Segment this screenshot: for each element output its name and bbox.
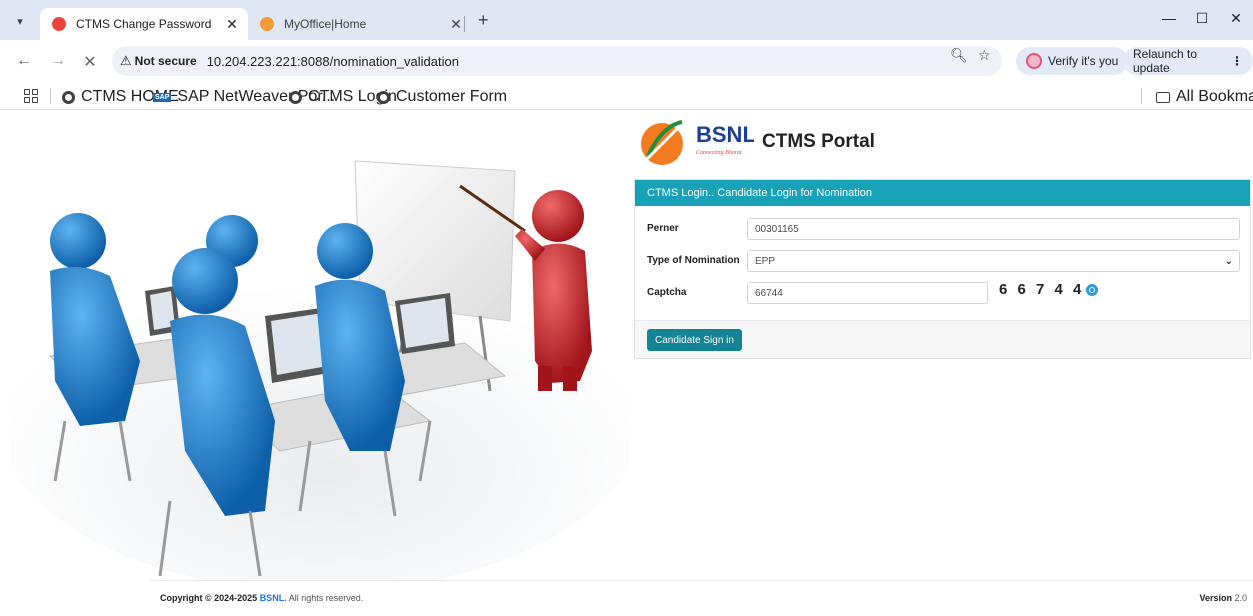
bookmark-divider bbox=[50, 88, 51, 104]
perner-row: Perner bbox=[647, 223, 679, 234]
address-bar[interactable]: ⚠ Not secure 10.204.223.221:8088/nominat… bbox=[112, 46, 1002, 76]
myoffice-favicon-icon bbox=[260, 17, 274, 31]
nomination-type-select[interactable]: EPP ⌄ bbox=[747, 250, 1240, 272]
verify-label: Verify it's you bbox=[1048, 54, 1119, 68]
all-bookmarks-button[interactable]: All Bookmarks bbox=[1156, 88, 1253, 106]
verify-its-you-button[interactable]: Verify it's you bbox=[1016, 47, 1129, 75]
bsnl-logo-text: BSNL bbox=[696, 122, 754, 147]
login-card: CTMS Login.. Candidate Login for Nominat… bbox=[634, 179, 1251, 359]
bsnl-header: BSNL Connecting Bharat CTMS Portal bbox=[638, 114, 875, 170]
captcha-row: Captcha bbox=[647, 287, 686, 298]
security-label: Not secure bbox=[134, 54, 197, 68]
globe-icon bbox=[289, 90, 302, 104]
version-text: Version 2.0 bbox=[1199, 593, 1247, 603]
stop-loading-icon[interactable]: ✕ bbox=[80, 52, 100, 72]
nomination-type-value: EPP bbox=[755, 255, 776, 267]
captcha-image: 6 6 7 4 4 bbox=[999, 281, 1099, 298]
back-arrow-icon[interactable]: ← bbox=[14, 52, 34, 70]
chevron-down-icon: ⌄ bbox=[1224, 255, 1233, 267]
page-content: BSNL Connecting Bharat CTMS Portal CTMS … bbox=[0, 111, 1253, 616]
nomination-type-row: Type of Nomination bbox=[647, 255, 740, 266]
portal-title: CTMS Portal bbox=[762, 131, 875, 152]
window-close-icon[interactable]: ✕ bbox=[1226, 10, 1246, 27]
maximize-icon[interactable]: ☐ bbox=[1192, 10, 1212, 27]
copyright-suffix: All rights reserved. bbox=[288, 593, 364, 603]
tab-title: MyOffice|Home bbox=[284, 17, 367, 31]
all-bookmarks-label: All Bookmarks bbox=[1176, 88, 1253, 105]
browser-tab-strip: ▾ CTMS Change Password ✕ MyOffice|Home ✕… bbox=[0, 0, 1253, 40]
warning-triangle-icon: ⚠ bbox=[120, 53, 132, 68]
forward-arrow-icon[interactable]: → bbox=[48, 52, 68, 70]
sap-logo-icon: SAP bbox=[153, 92, 172, 102]
login-card-header: CTMS Login.. Candidate Login for Nominat… bbox=[635, 180, 1250, 206]
nomination-type-label: Type of Nomination bbox=[647, 255, 740, 266]
copyright-text: Copyright © 2024-2025 BSNL. All rights r… bbox=[160, 593, 363, 603]
classroom-training-illustration bbox=[10, 160, 630, 581]
perner-label: Perner bbox=[647, 223, 679, 234]
copyright-prefix: Copyright © 2024-2025 bbox=[160, 593, 258, 603]
minimize-icon[interactable]: — bbox=[1159, 10, 1179, 26]
tab-title: CTMS Change Password bbox=[76, 17, 212, 31]
security-warning-chip[interactable]: ⚠ Not secure bbox=[120, 53, 197, 69]
browser-toolbar: ← → ✕ ⚠ Not secure 10.204.223.221:8088/n… bbox=[0, 40, 1253, 82]
perner-input[interactable]: 00301165 bbox=[747, 218, 1240, 240]
bookmark-star-icon[interactable]: ☆ bbox=[978, 47, 991, 64]
bookmark-customer-form[interactable]: Customer Form bbox=[377, 88, 507, 106]
copyright-brand-link[interactable]: BSNL. bbox=[260, 593, 287, 603]
footer-divider bbox=[150, 580, 1253, 581]
apps-grid-icon[interactable] bbox=[24, 89, 38, 103]
new-tab-plus-icon[interactable]: + bbox=[478, 10, 489, 31]
captcha-image-text: 6 6 7 4 4 bbox=[999, 281, 1085, 298]
tab-divider bbox=[464, 16, 465, 32]
kebab-menu-icon[interactable]: ⋮ bbox=[1231, 54, 1243, 68]
tab-ctms-change-password[interactable]: CTMS Change Password ✕ bbox=[40, 8, 248, 40]
relaunch-to-update-button[interactable]: Relaunch to update ⋮ bbox=[1123, 47, 1253, 75]
tab-list-chevron-icon[interactable]: ▾ bbox=[8, 9, 32, 33]
bsnl-logo: BSNL Connecting Bharat bbox=[641, 120, 754, 165]
version-value: 2.0 bbox=[1234, 593, 1247, 603]
globe-icon bbox=[62, 90, 75, 104]
candidate-sign-in-button[interactable]: Candidate Sign in bbox=[647, 329, 742, 351]
bookmark-divider bbox=[1141, 88, 1142, 104]
captcha-refresh-icon[interactable] bbox=[1086, 284, 1099, 297]
tab-myoffice-home[interactable]: MyOffice|Home ✕ bbox=[252, 8, 472, 40]
bookmark-label: Customer Form bbox=[396, 88, 508, 105]
close-icon[interactable]: ✕ bbox=[448, 16, 464, 32]
captcha-label: Captcha bbox=[647, 287, 687, 298]
captcha-input[interactable]: 66744 bbox=[747, 282, 988, 304]
bsnl-logo-tagline: Connecting Bharat bbox=[696, 150, 742, 156]
folder-icon bbox=[1156, 91, 1170, 103]
login-card-footer: Candidate Sign in bbox=[635, 320, 1250, 358]
version-label: Version bbox=[1199, 593, 1232, 603]
close-icon[interactable]: ✕ bbox=[224, 16, 240, 32]
url-text[interactable]: 10.204.223.221:8088/nomination_validatio… bbox=[207, 54, 459, 69]
zoom-magnifier-icon[interactable]: 🔍︎ bbox=[950, 47, 968, 64]
relaunch-label: Relaunch to update bbox=[1133, 47, 1198, 75]
globe-icon bbox=[377, 90, 390, 104]
ctms-favicon-icon bbox=[52, 17, 66, 31]
profile-avatar-icon bbox=[1026, 53, 1042, 69]
